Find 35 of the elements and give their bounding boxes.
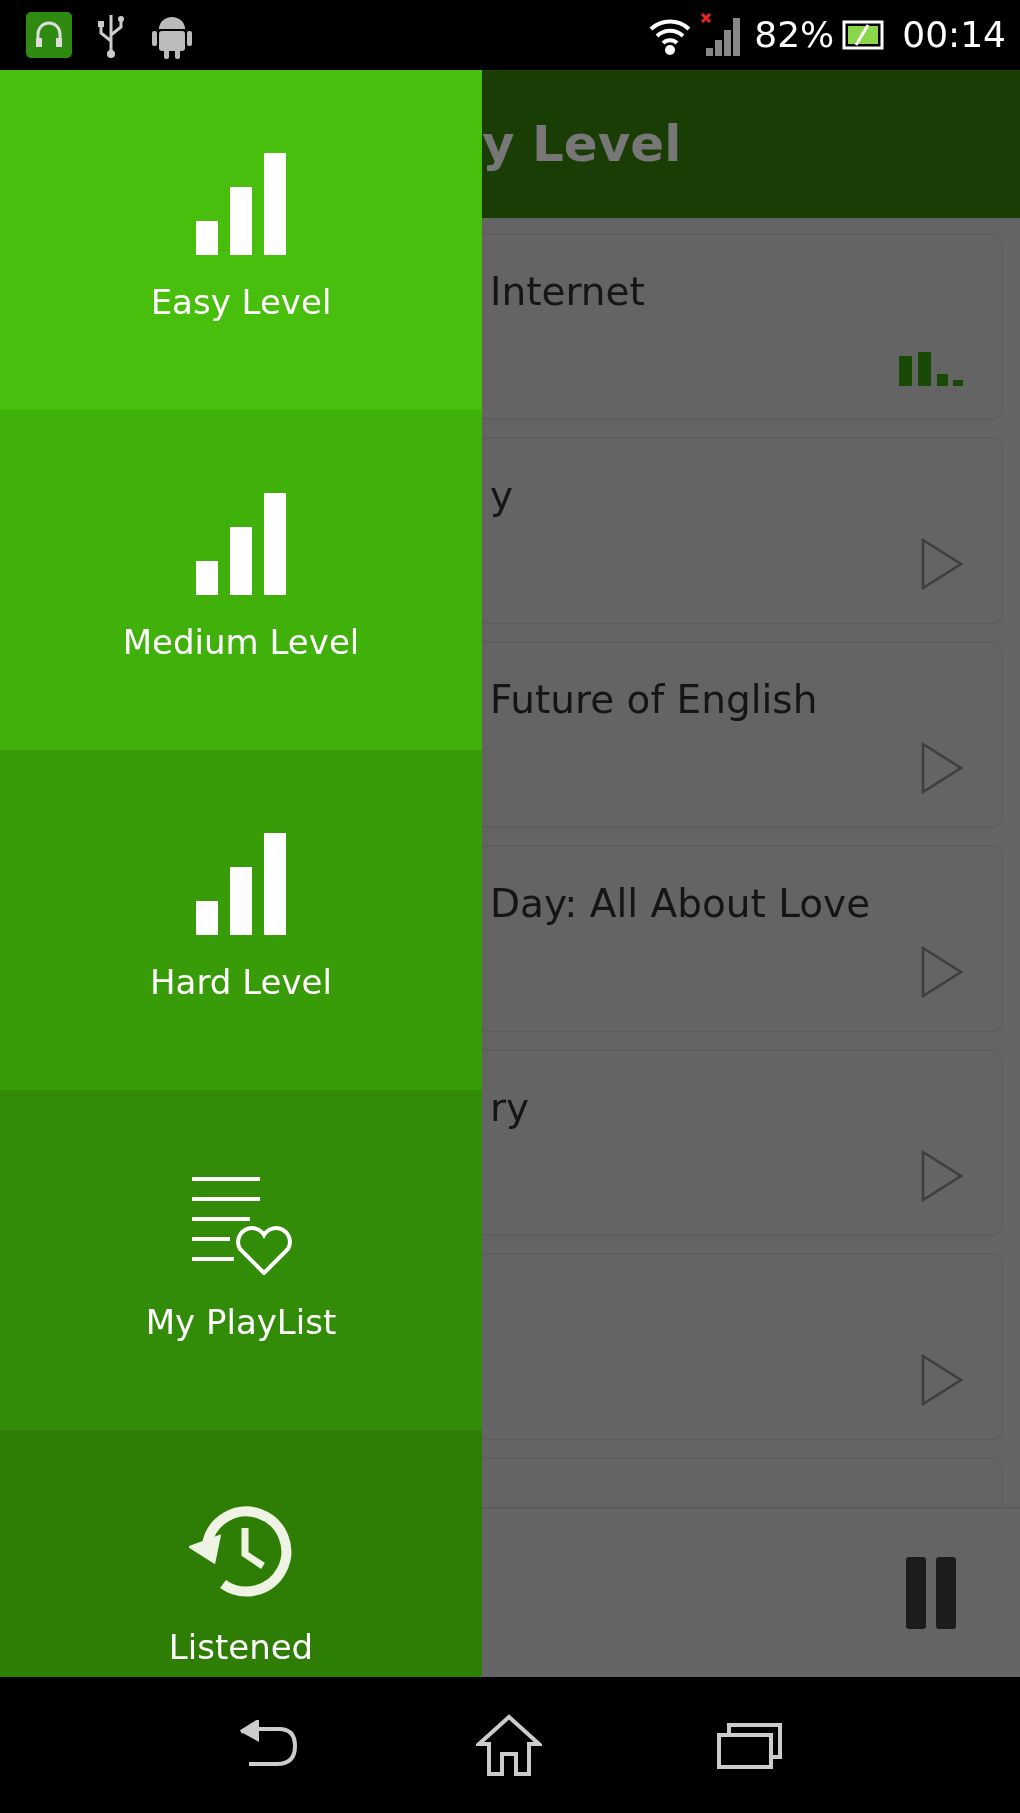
- history-icon: [189, 1504, 293, 1600]
- drawer-item[interactable]: Listened: [0, 1430, 482, 1677]
- track-card[interactable]: ry: [482, 1049, 1003, 1236]
- signal-bars-icon: [196, 832, 286, 935]
- track-card[interactable]: Internet: [482, 233, 1003, 420]
- clock-time: 00:14: [902, 13, 1006, 57]
- play-icon[interactable]: [921, 538, 963, 590]
- track-title: ry: [490, 1084, 530, 1132]
- play-icon[interactable]: [921, 1354, 963, 1406]
- battery-icon: [842, 19, 887, 51]
- track-card[interactable]: Future of English: [482, 641, 1003, 828]
- track-card[interactable]: [482, 1457, 1003, 1507]
- battery-percentage: 82%: [754, 13, 835, 57]
- screen-title: y Level: [482, 113, 682, 175]
- drawer-item[interactable]: Easy Level: [0, 70, 482, 410]
- drawer-item[interactable]: Hard Level: [0, 750, 482, 1090]
- track-card[interactable]: y: [482, 437, 1003, 624]
- app-icon: [26, 12, 72, 58]
- drawer-item[interactable]: My PlayList: [0, 1090, 482, 1430]
- track-card[interactable]: Day: All About Love: [482, 845, 1003, 1032]
- signal-bars-icon: [196, 492, 286, 595]
- track-title: Internet: [490, 268, 645, 316]
- home-icon[interactable]: [476, 1714, 542, 1776]
- drawer-item[interactable]: Medium Level: [0, 410, 482, 750]
- track-card[interactable]: [482, 1253, 1003, 1440]
- play-icon[interactable]: [921, 946, 963, 998]
- signal-bars-icon: [196, 152, 286, 255]
- pause-icon[interactable]: [906, 1557, 956, 1629]
- track-title: Future of English: [490, 676, 818, 724]
- level-bars-icon: [899, 352, 963, 386]
- recent-apps-icon[interactable]: [716, 1721, 783, 1769]
- play-icon[interactable]: [921, 742, 963, 794]
- play-icon[interactable]: [921, 1150, 963, 1202]
- track-title: y: [490, 472, 514, 520]
- track-title: Day: All About Love: [490, 880, 871, 928]
